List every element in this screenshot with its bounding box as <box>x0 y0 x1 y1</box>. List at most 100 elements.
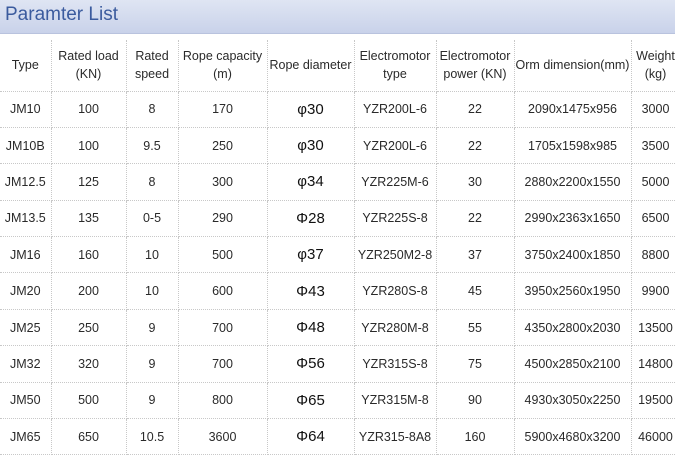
column-header: Type <box>0 40 52 92</box>
table-cell: YZR280M-8 <box>354 309 437 347</box>
title-bar: Paramter List <box>0 0 675 34</box>
table-cell: φ30 <box>267 127 355 165</box>
table-cell: JM10 <box>0 91 52 128</box>
table-cell: 5000 <box>631 163 675 201</box>
table-cell: 10.5 <box>126 418 179 456</box>
table-cell: JM13.5 <box>0 200 52 238</box>
column-header: Rated load (KN) <box>51 40 127 92</box>
table-cell: 1705x1598x985 <box>514 127 632 165</box>
table-cell: 3500 <box>631 127 675 165</box>
table-cell: YZR315S-8 <box>354 345 437 383</box>
page-title: Paramter List <box>5 4 118 25</box>
table-cell: JM20 <box>0 272 52 310</box>
table-cell: 3000 <box>631 91 675 128</box>
table-cell: Φ48 <box>267 309 355 347</box>
table-cell: 8 <box>126 91 179 128</box>
table-row: JM10 100 8 170 φ30 YZR200L-6 22 2090x1475x956 30… <box>0 91 675 128</box>
table-cell: 0-5 <box>126 200 179 238</box>
table-cell: 290 <box>178 200 268 238</box>
table-cell: 30 <box>436 163 515 201</box>
column-header: Rope capacity (m) <box>178 40 268 92</box>
table-row: JM12.5 125 8 300 φ34 YZR225M-6 30 2880x2200x155… <box>0 163 675 201</box>
table-cell: 500 <box>51 382 127 420</box>
table-cell: Φ64 <box>267 418 355 456</box>
table-cell: 55 <box>436 309 515 347</box>
table-cell: YZR250M2-8 <box>354 236 437 274</box>
table-cell: 75 <box>436 345 515 383</box>
table-cell: YZR200L-6 <box>354 91 437 128</box>
table-cell: Φ43 <box>267 272 355 310</box>
table-cell: 45 <box>436 272 515 310</box>
table-cell: 4500x2850x2100 <box>514 345 632 383</box>
table-cell: 9 <box>126 382 179 420</box>
table-cell: 22 <box>436 91 515 128</box>
table-cell: 6500 <box>631 200 675 238</box>
table-cell: 250 <box>51 309 127 347</box>
table-cell: YZR315M-8 <box>354 382 437 420</box>
header-row: Type Rated load (KN) Rated speed Rope ca… <box>0 40 675 92</box>
table-row: JM20 200 10 600 Φ43 YZR280S-8 45 3950x2560x1950… <box>0 272 675 310</box>
column-header: Rope diameter <box>267 40 355 92</box>
table-cell: Φ28 <box>267 200 355 238</box>
table-cell: 3950x2560x1950 <box>514 272 632 310</box>
table-cell: 320 <box>51 345 127 383</box>
table-cell: 160 <box>51 236 127 274</box>
table-cell: 8 <box>126 163 179 201</box>
table-cell: 160 <box>436 418 515 456</box>
table-cell: 5900x4680x3200 <box>514 418 632 456</box>
table-cell: 90 <box>436 382 515 420</box>
table-cell: YZR225M-6 <box>354 163 437 201</box>
table-cell: φ37 <box>267 236 355 274</box>
table-cell: JM12.5 <box>0 163 52 201</box>
table-cell: 300 <box>178 163 268 201</box>
table-cell: 9 <box>126 309 179 347</box>
table-cell: 4930x3050x2250 <box>514 382 632 420</box>
table-cell: 650 <box>51 418 127 456</box>
table-cell: 200 <box>51 272 127 310</box>
table-cell: YZR315-8A8 <box>354 418 437 456</box>
table-cell: 37 <box>436 236 515 274</box>
column-header: Orm dimension(mm) <box>514 40 632 92</box>
table-cell: 3750x2400x1850 <box>514 236 632 274</box>
table-cell: 500 <box>178 236 268 274</box>
table-cell: 10 <box>126 272 179 310</box>
table-cell: 22 <box>436 200 515 238</box>
table-cell: 4350x2800x2030 <box>514 309 632 347</box>
table-cell: 100 <box>51 127 127 165</box>
table-cell: 125 <box>51 163 127 201</box>
parameter-table-container: Type Rated load (KN) Rated speed Rope ca… <box>0 40 675 462</box>
table-cell: 2880x2200x1550 <box>514 163 632 201</box>
table-cell: Φ56 <box>267 345 355 383</box>
table-cell: φ34 <box>267 163 355 201</box>
column-header: Electromotor type <box>354 40 437 92</box>
table-row: JM50 500 9 800 Φ65 YZR315M-8 90 4930x3050x2250 1… <box>0 382 675 420</box>
table-cell: YZR225S-8 <box>354 200 437 238</box>
table-cell: JM25 <box>0 309 52 347</box>
table-cell: 19500 <box>631 382 675 420</box>
table-cell: 8800 <box>631 236 675 274</box>
column-header: Electromotor power (KN) <box>436 40 515 92</box>
table-cell: 700 <box>178 345 268 383</box>
table-cell: 100 <box>51 91 127 128</box>
table-cell: JM16 <box>0 236 52 274</box>
table-cell: 800 <box>178 382 268 420</box>
column-header: Rated speed <box>126 40 179 92</box>
table-cell: 3600 <box>178 418 268 456</box>
table-cell: JM32 <box>0 345 52 383</box>
table-cell: 2090x1475x956 <box>514 91 632 128</box>
table-row: JM32 320 9 700 Φ56 YZR315S-8 75 4500x2850x2100 1… <box>0 345 675 383</box>
table-cell: φ30 <box>267 91 355 128</box>
table-cell: 46000 <box>631 418 675 456</box>
table-row: JM25 250 9 700 Φ48 YZR280M-8 55 4350x2800x2030 1… <box>0 309 675 347</box>
table-cell: 9 <box>126 345 179 383</box>
table-cell: 14800 <box>631 345 675 383</box>
table-cell: 135 <box>51 200 127 238</box>
table-cell: 600 <box>178 272 268 310</box>
table-row: JM16 160 10 500 φ37 YZR250M2-8 37 3750x2400x185… <box>0 236 675 274</box>
table-cell: YZR200L-6 <box>354 127 437 165</box>
table-cell: 2990x2363x1650 <box>514 200 632 238</box>
table-cell: 13500 <box>631 309 675 347</box>
table-cell: JM10B <box>0 127 52 165</box>
table-cell: 22 <box>436 127 515 165</box>
table-row: JM65 650 10.5 3600 Φ64 YZR315-8A8 160 5900x4680… <box>0 418 675 456</box>
